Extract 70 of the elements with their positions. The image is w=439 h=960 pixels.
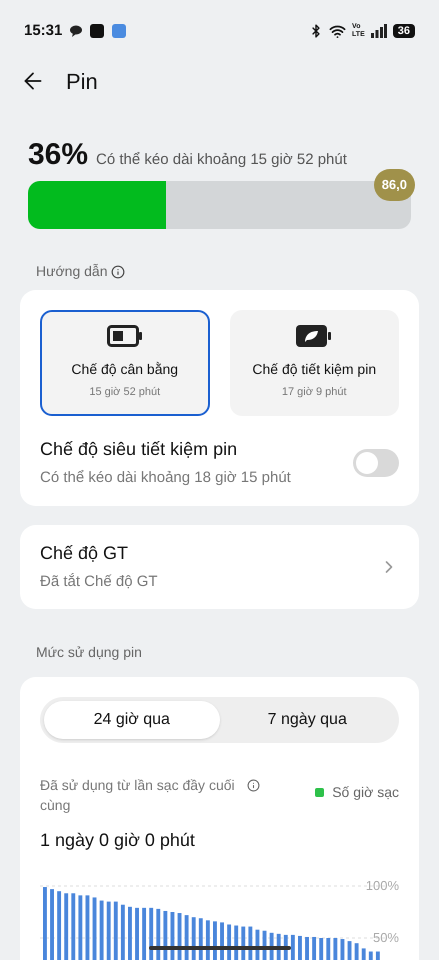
usage-bar	[340, 938, 344, 960]
usage-bar	[206, 920, 210, 960]
gt-mode-row[interactable]: Chế độ GT Đã tắt Chế độ GT	[20, 524, 419, 608]
usage-caption: Đã sử dụng từ lần sạc đầy cuối cùng	[40, 776, 236, 814]
usage-bar	[333, 938, 338, 960]
usage-bar	[92, 896, 96, 960]
usage-bar	[192, 916, 196, 960]
axis-label: 50%	[372, 930, 399, 944]
usage-bar	[57, 890, 62, 960]
usage-bar	[319, 938, 324, 960]
usage-bar	[305, 936, 309, 960]
info-icon[interactable]	[111, 264, 126, 278]
axis-label: 100%	[366, 878, 399, 892]
usage-bar	[213, 920, 217, 960]
mode-option[interactable]: Chế độ cân bằng 15 giờ 52 phút	[40, 310, 210, 416]
section-label: Mức sử dụng pin	[36, 644, 142, 660]
usage-bar	[142, 907, 146, 960]
battery-icon	[106, 325, 143, 348]
usage-bar	[163, 910, 168, 960]
period-tab[interactable]: 7 ngày qua	[220, 700, 395, 738]
chat-icon	[70, 25, 82, 37]
setting-title: Chế độ GT	[40, 542, 130, 565]
mode-option[interactable]: Chế độ tiết kiệm pin 17 giờ 9 phút	[230, 310, 399, 416]
usage-bar	[50, 888, 54, 960]
page-title: Pin	[66, 68, 98, 96]
usage-bar	[114, 901, 118, 960]
usage-bar	[156, 908, 160, 960]
setting-subtitle: Đã tắt Chế độ GT	[40, 572, 158, 592]
usage-bar	[178, 912, 182, 960]
setting-title: Chế độ siêu tiết kiệm pin	[40, 438, 238, 461]
usage-bar	[120, 904, 125, 960]
section-label: Hướng dẫn	[36, 262, 108, 281]
usage-bar	[128, 906, 132, 960]
usage-bar	[184, 914, 189, 960]
legend-label: Số giờ sạc	[332, 783, 399, 802]
usage-bar	[220, 922, 224, 960]
wifi-icon	[329, 22, 346, 40]
battery-indicator: 36	[392, 24, 415, 38]
usage-bar	[64, 892, 68, 960]
usage-bar	[135, 907, 139, 960]
usage-bar	[326, 938, 330, 960]
usage-bar	[149, 907, 154, 960]
usage-bar	[86, 894, 90, 960]
app-icon	[112, 24, 126, 38]
usage-bar	[290, 934, 295, 960]
health-badge: 86,0	[374, 169, 415, 200]
usage-bar	[78, 894, 82, 960]
usage-bar	[368, 951, 373, 960]
info-icon[interactable]	[247, 778, 260, 792]
usage-bar	[348, 940, 352, 960]
signal-icon	[370, 24, 387, 38]
usage-bar	[170, 912, 174, 960]
usage-bar	[71, 892, 76, 960]
usage-bar	[362, 948, 366, 960]
usage-bar	[100, 900, 104, 960]
usage-bar	[312, 936, 316, 960]
battery-estimate: Có thể kéo dài khoảng 15 giờ 52 phút	[96, 150, 347, 170]
app-icon	[90, 24, 104, 38]
battery-percent: 36%	[28, 137, 88, 173]
usage-bar	[376, 951, 380, 960]
period-tab[interactable]: 24 giờ qua	[44, 700, 220, 738]
setting-subtitle: Có thể kéo dài khoảng 18 giờ 15 phút	[40, 468, 291, 488]
status-time: 15:31	[24, 20, 62, 41]
usage-bar	[106, 901, 111, 960]
toggle-switch[interactable]	[353, 448, 399, 477]
leaf-battery-icon	[296, 325, 332, 348]
usage-bar	[227, 924, 232, 960]
usage-bar	[354, 942, 359, 960]
usage-bar	[298, 935, 302, 960]
usage-duration: 1 ngày 0 giờ 0 phút	[40, 828, 196, 852]
